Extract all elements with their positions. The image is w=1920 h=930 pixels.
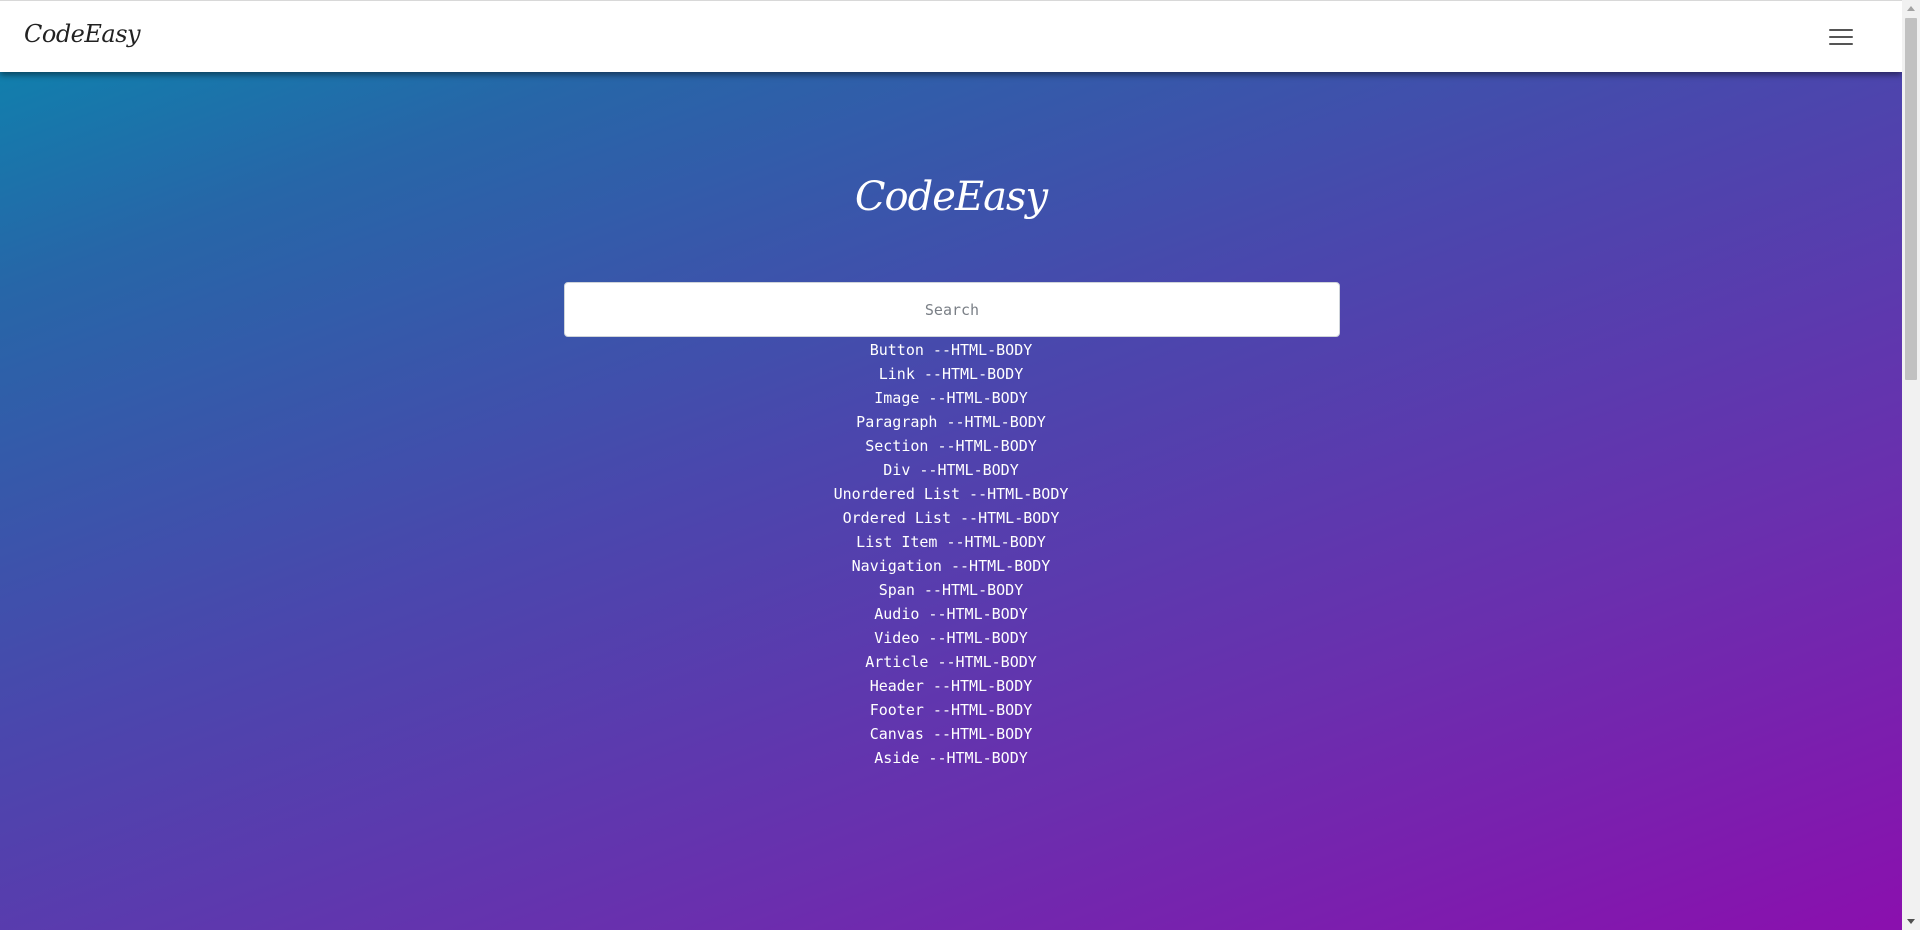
vertical-scrollbar[interactable] <box>1902 0 1920 930</box>
page: CodeEasy CodeEasy Button --HTML-BODY Lin… <box>0 0 1920 930</box>
menu-bar <box>1829 43 1853 45</box>
results-list: Button --HTML-BODY Link --HTML-BODY Imag… <box>0 338 1902 770</box>
result-item[interactable]: Section --HTML-BODY <box>0 434 1902 458</box>
result-item[interactable]: Link --HTML-BODY <box>0 362 1902 386</box>
result-item[interactable]: Unordered List --HTML-BODY <box>0 482 1902 506</box>
scrollbar-thumb[interactable] <box>1905 18 1917 380</box>
scroll-up-arrow-icon[interactable] <box>1907 6 1915 11</box>
brand-logo[interactable]: CodeEasy <box>24 20 141 48</box>
result-item[interactable]: Paragraph --HTML-BODY <box>0 410 1902 434</box>
result-item[interactable]: Canvas --HTML-BODY <box>0 722 1902 746</box>
result-item[interactable]: List Item --HTML-BODY <box>0 530 1902 554</box>
search-input[interactable] <box>564 282 1340 337</box>
result-item[interactable]: Video --HTML-BODY <box>0 626 1902 650</box>
result-item[interactable]: Button --HTML-BODY <box>0 338 1902 362</box>
result-item[interactable]: Span --HTML-BODY <box>0 578 1902 602</box>
result-item[interactable]: Audio --HTML-BODY <box>0 602 1902 626</box>
result-item[interactable]: Header --HTML-BODY <box>0 674 1902 698</box>
result-item[interactable]: Image --HTML-BODY <box>0 386 1902 410</box>
result-item[interactable]: Footer --HTML-BODY <box>0 698 1902 722</box>
menu-bar <box>1829 36 1853 38</box>
result-item[interactable]: Aside --HTML-BODY <box>0 746 1902 770</box>
result-item[interactable]: Div --HTML-BODY <box>0 458 1902 482</box>
result-item[interactable]: Article --HTML-BODY <box>0 650 1902 674</box>
menu-bar <box>1829 29 1853 31</box>
scroll-down-arrow-icon[interactable] <box>1907 919 1915 924</box>
result-item[interactable]: Ordered List --HTML-BODY <box>0 506 1902 530</box>
top-navbar: CodeEasy <box>0 0 1902 72</box>
hamburger-menu-icon[interactable] <box>1826 25 1856 49</box>
hero-title: CodeEasy <box>854 174 1048 220</box>
result-item[interactable]: Navigation --HTML-BODY <box>0 554 1902 578</box>
